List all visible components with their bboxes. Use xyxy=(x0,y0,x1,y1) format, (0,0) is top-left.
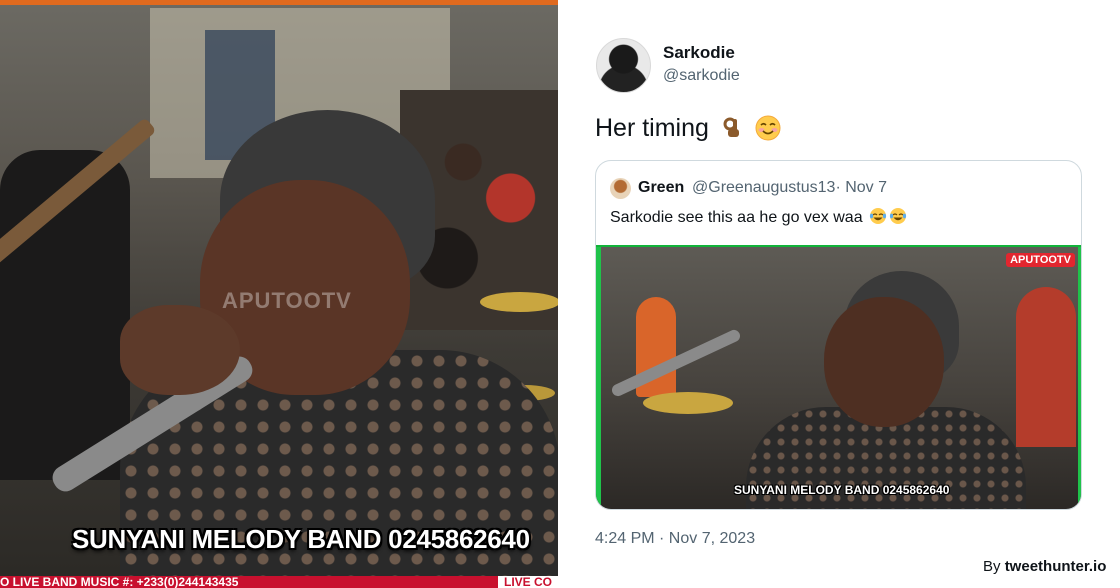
guitar xyxy=(610,327,742,399)
channel-logo: APUTOOTV xyxy=(1006,253,1075,267)
background-person-right xyxy=(1016,287,1076,447)
branding-name: tweethunter.io xyxy=(1004,558,1107,575)
video-top-bar xyxy=(0,0,558,5)
ticker-live-label: LIVE CO xyxy=(497,576,558,588)
tweet-text-content: Her timing xyxy=(595,114,709,142)
smiling-face-icon xyxy=(755,115,781,141)
cymbal xyxy=(480,292,558,312)
cymbal xyxy=(643,392,733,414)
quote-video[interactable]: APUTOOTV SUNYANI MELODY BAND 0245862640 xyxy=(596,245,1081,509)
laughing-tears-icon xyxy=(869,208,887,224)
video-green-frame-right xyxy=(1078,247,1081,509)
quote-text-content: Sarkodie see this aa he go vex waa xyxy=(610,209,863,226)
quote-author-handle-date[interactable]: @Greenaugustus13· Nov 7 xyxy=(692,179,887,197)
video-watermark: APUTOOTV xyxy=(222,288,352,313)
branding: By tweethunter.io xyxy=(983,558,1106,575)
news-ticker: O LIVE BAND MUSIC #: +233(0)244143435 LI… xyxy=(0,576,558,588)
quote-author-name[interactable]: Green xyxy=(638,179,684,197)
singer-hand xyxy=(120,305,240,395)
quote-author-avatar[interactable] xyxy=(610,178,631,199)
author-handle[interactable]: @sarkodie xyxy=(663,67,740,85)
ticker-text: O LIVE BAND MUSIC #: +233(0)244143435 xyxy=(0,576,239,588)
tweet-text: Her timing xyxy=(595,114,781,143)
video-green-frame-left xyxy=(596,247,601,509)
quote-text: Sarkodie see this aa he go vex waa xyxy=(610,207,907,227)
video-still-left: APUTOOTV SUNYANI MELODY BAND 0245862640 … xyxy=(0,0,558,588)
quoted-tweet[interactable]: Green @Greenaugustus13· Nov 7 Sarkodie s… xyxy=(595,160,1082,510)
author-name[interactable]: Sarkodie xyxy=(663,43,735,63)
band-caption: SUNYANI MELODY BAND 0245862640 xyxy=(734,483,950,497)
band-caption: SUNYANI MELODY BAND 0245862640 xyxy=(72,524,530,554)
laughing-tears-icon xyxy=(889,208,907,224)
ok-hand-icon xyxy=(723,117,739,137)
singer-face xyxy=(824,297,944,427)
author-avatar[interactable] xyxy=(596,38,651,93)
tweet-timestamp[interactable]: 4:24 PM · Nov 7, 2023 xyxy=(595,530,755,548)
branding-prefix: By xyxy=(983,558,1001,575)
